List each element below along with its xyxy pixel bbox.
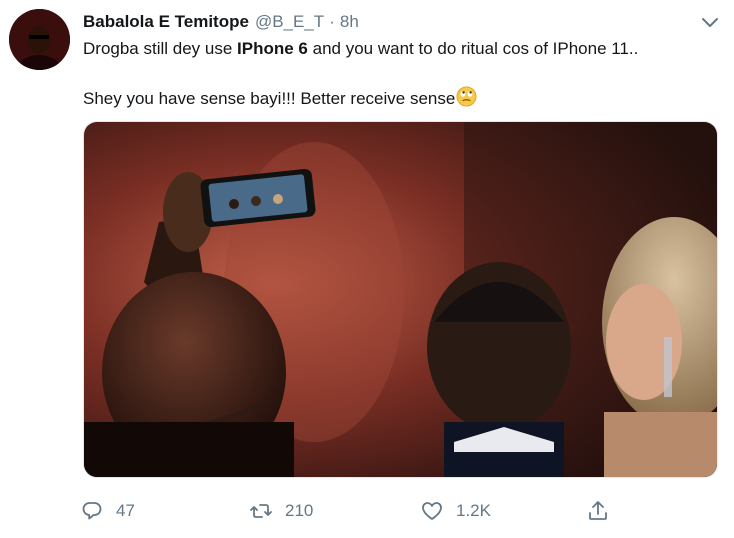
tweet-header: Babalola E Temitope @B_E_T · 8h (83, 11, 359, 33)
tweet-timestamp[interactable]: 8h (340, 12, 359, 32)
eye-roll-face-emoji-icon (456, 86, 477, 113)
tweet-text-line1: Drogba still dey use IPhone 6 and you wa… (83, 38, 638, 60)
tweet-text-line2: Shey you have sense bayi!!! Better recei… (83, 86, 477, 113)
like-button[interactable]: 1.2K (420, 496, 491, 526)
heart-icon (422, 502, 442, 520)
chevron-down-icon[interactable] (699, 12, 721, 34)
separator-dot: · (329, 12, 335, 31)
reply-icon (82, 502, 102, 520)
share-icon (589, 501, 607, 520)
retweet-count: 210 (285, 501, 314, 520)
share-button[interactable] (586, 496, 610, 526)
like-count: 1.2K (456, 501, 491, 520)
reply-button[interactable]: 47 (80, 496, 135, 526)
tweet-text-part2: and you want to do ritual cos of IPhone … (307, 39, 639, 58)
author-handle[interactable]: @B_E_T (255, 12, 324, 32)
reply-count: 47 (116, 501, 135, 520)
tweet-text-line2-content: Shey you have sense bayi!!! Better recei… (83, 89, 456, 108)
avatar[interactable] (9, 9, 70, 70)
tweet[interactable]: Babalola E Temitope @B_E_T · 8h Drogba s… (0, 0, 734, 538)
tweet-text-part1: Drogba still dey use (83, 39, 238, 58)
tweet-actions: 47 210 1.2K (80, 496, 640, 526)
author-name[interactable]: Babalola E Temitope (83, 12, 249, 32)
tweet-media-photo[interactable] (83, 121, 718, 478)
tweet-text-bold: IPhone 6 (237, 39, 308, 58)
retweet-button[interactable]: 210 (249, 496, 313, 526)
retweet-icon (250, 504, 272, 518)
